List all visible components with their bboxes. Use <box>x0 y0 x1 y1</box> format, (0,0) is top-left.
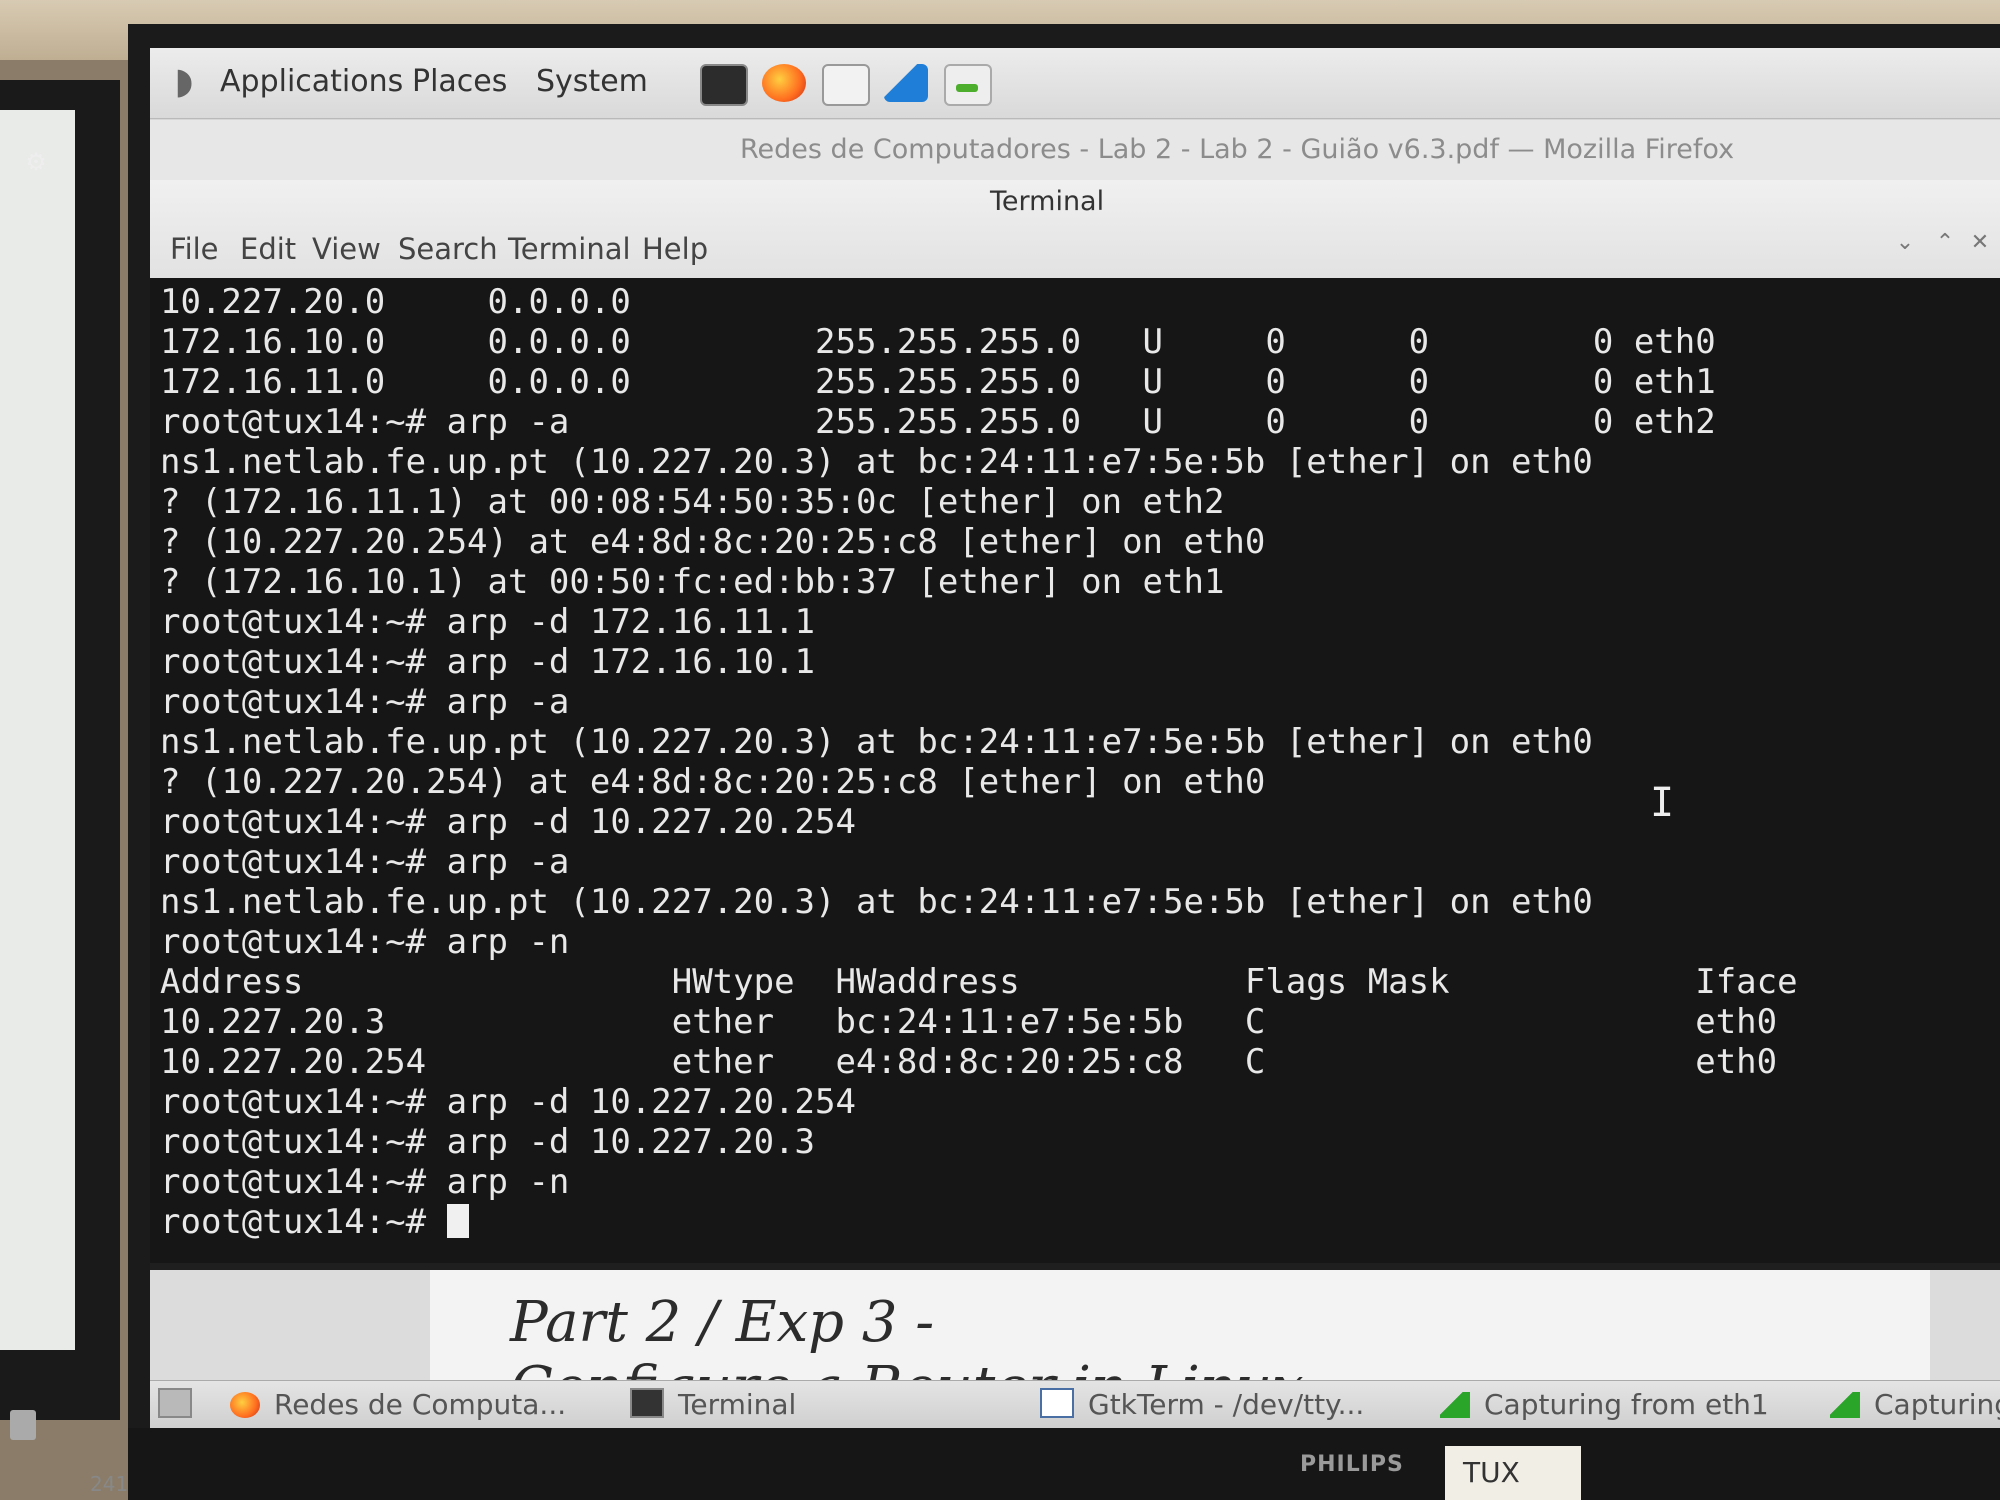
terminal-line: root@tux14:~# arp -n <box>160 922 570 962</box>
maximize-icon[interactable]: ⌃ <box>1930 228 1960 258</box>
terminal-line: root@tux14:~# arp -d 172.16.10.1 <box>160 642 816 682</box>
terminal-line: ? (172.16.10.1) at 00:50:fc:ed:bb:37 [et… <box>160 562 1225 602</box>
terminal-menu-view[interactable]: View <box>312 232 381 266</box>
gtkterm-icon <box>1040 1388 1074 1418</box>
terminal-line: 172.16.11.0 0.0.0.0 255.255.255.0 U 0 0 … <box>160 362 1716 402</box>
firefox-titlebar[interactable]: Redes de Computadores - Lab 2 - Lab 2 - … <box>150 120 2000 180</box>
terminal-icon <box>630 1388 664 1418</box>
terminal-menu-file[interactable]: File <box>170 232 219 266</box>
terminal-line: 10.227.20.3 ether bc:24:11:e7:5e:5b C et… <box>160 1002 1778 1042</box>
menu-places[interactable]: Places <box>412 64 507 99</box>
terminal-line: ? (172.16.11.1) at 00:08:54:50:35:0c [et… <box>160 482 1225 522</box>
terminal-line: ns1.netlab.fe.up.pt (10.227.20.3) at bc:… <box>160 722 1593 762</box>
taskbar-item-firefox[interactable]: Redes de Computa... <box>230 1387 566 1423</box>
ibeam-cursor-icon: I <box>1650 780 1675 826</box>
network-launcher-icon[interactable] <box>944 64 992 106</box>
firefox-window-title: Redes de Computadores - Lab 2 - Lab 2 - … <box>740 134 1735 165</box>
terminal-title: Terminal <box>990 186 1105 217</box>
desktop-screen: ◗ Applications Places System Redes de Co… <box>150 48 2000 1428</box>
taskbar-item-label: Redes de Computa... <box>274 1388 567 1421</box>
terminal-menu-search[interactable]: Search <box>398 232 498 266</box>
terminal-menu-terminal[interactable]: Terminal <box>508 232 631 266</box>
terminal-line: root@tux14:~# arp -n <box>160 1162 570 1202</box>
terminal-line: root@tux14:~# arp -a 255.255.255.0 U 0 0… <box>160 402 1716 442</box>
menu-applications[interactable]: Applications <box>220 64 403 99</box>
wireshark-icon <box>1440 1392 1470 1418</box>
menu-system[interactable]: System <box>536 64 648 99</box>
terminal-line: root@tux14:~# arp -d 10.227.20.254 <box>160 1082 856 1122</box>
text-cursor <box>446 1204 469 1238</box>
gear-icon[interactable]: ⚙ <box>22 148 50 176</box>
terminal-line: 10.227.20.254 ether e4:8d:8c:20:25:c8 C … <box>160 1042 1778 1082</box>
terminal-menu-help[interactable]: Help <box>642 232 708 266</box>
monitor-brand-logo: PHILIPS <box>1300 1452 1404 1477</box>
terminal-line: root@tux14:~# arp -d 10.227.20.3 <box>160 1122 816 1162</box>
terminal-menu-edit[interactable]: Edit <box>240 232 296 266</box>
distro-logo-icon[interactable]: ◗ <box>162 60 206 104</box>
terminal-line: ns1.netlab.fe.up.pt (10.227.20.3) at bc:… <box>160 442 1593 482</box>
terminal-line: root@tux14:~# arp -a <box>160 682 570 722</box>
firefox-icon <box>230 1392 260 1418</box>
terminal-line: ns1.netlab.fe.up.pt (10.227.20.3) at bc:… <box>160 882 1593 922</box>
minimize-icon[interactable]: ⌄ <box>1890 228 1920 258</box>
terminal-titlebar[interactable]: Terminal File Edit View Search Terminal … <box>150 180 2000 278</box>
firefox-launcher-icon[interactable] <box>762 64 806 102</box>
terminal-prompt: root@tux14:~# <box>160 1202 447 1242</box>
taskbar-item-label: Capturing from eth1 <box>1484 1388 1769 1421</box>
show-desktop-button[interactable] <box>158 1387 206 1423</box>
monitor-sticker: TUX <box>1445 1446 1581 1500</box>
terminal-launcher-icon[interactable] <box>700 64 748 106</box>
terminal-line: 172.16.10.0 0.0.0.0 255.255.255.0 U 0 0 … <box>160 322 1716 362</box>
wireshark-icon <box>1830 1392 1860 1418</box>
terminal-line: root@tux14:~# arp -d 172.16.11.1 <box>160 602 816 642</box>
bottom-taskbar: Redes de Computa... Terminal GtkTerm - /… <box>150 1380 2000 1428</box>
taskbar-item-wireshark-eth1[interactable]: Capturing from eth1 <box>1440 1387 1769 1423</box>
terminal-window[interactable]: Terminal File Edit View Search Terminal … <box>150 180 2000 1270</box>
close-icon[interactable]: ✕ <box>1965 228 1995 258</box>
terminal-line: root@tux14:~# arp -d 10.227.20.254 <box>160 802 856 842</box>
taskbar-item-wireshark-2[interactable]: Capturing <box>1830 1387 2000 1423</box>
terminal-line: ? (10.227.20.254) at e4:8d:8c:20:25:c8 [… <box>160 762 1266 802</box>
taskbar-item-label: Terminal <box>678 1388 797 1421</box>
monitor-bottom-bezel <box>128 1428 2000 1500</box>
terminal-prompt-line[interactable]: root@tux14:~# <box>160 1202 469 1242</box>
pdf-heading: Part 2 / Exp 3 - <box>510 1290 935 1355</box>
taskbar-item-label: GtkTerm - /dev/tty... <box>1088 1388 1365 1421</box>
terminal-line: ? (10.227.20.254) at e4:8d:8c:20:25:c8 [… <box>160 522 1266 562</box>
desktop-icon <box>158 1388 192 1418</box>
text-editor-launcher-icon[interactable] <box>822 64 870 106</box>
terminal-output[interactable]: 10.227.20.0 0.0.0.0 172.16.10.0 0.0.0.0 … <box>150 278 2000 1263</box>
taskbar-item-gtkterm[interactable]: GtkTerm - /dev/tty... <box>1040 1387 1364 1423</box>
top-panel: ◗ Applications Places System <box>150 48 2000 119</box>
trash-icon[interactable] <box>10 1410 36 1440</box>
taskbar-item-label: Capturing <box>1874 1388 2000 1421</box>
terminal-line: Address HWtype HWaddress Flags Mask Ifac… <box>160 962 1798 1002</box>
taskbar-item-terminal[interactable]: Terminal <box>630 1387 796 1423</box>
side-monitor: ⚙ <box>0 80 120 1440</box>
terminal-line: root@tux14:~# arp -a <box>160 842 570 882</box>
pdf-viewer-area[interactable]: Part 2 / Exp 3 - Configure a Router in L… <box>150 1270 2000 1420</box>
terminal-line: 10.227.20.0 0.0.0.0 <box>160 282 631 322</box>
side-monitor-screen: ⚙ <box>0 110 75 1440</box>
wireshark-launcher-icon[interactable] <box>884 64 928 102</box>
